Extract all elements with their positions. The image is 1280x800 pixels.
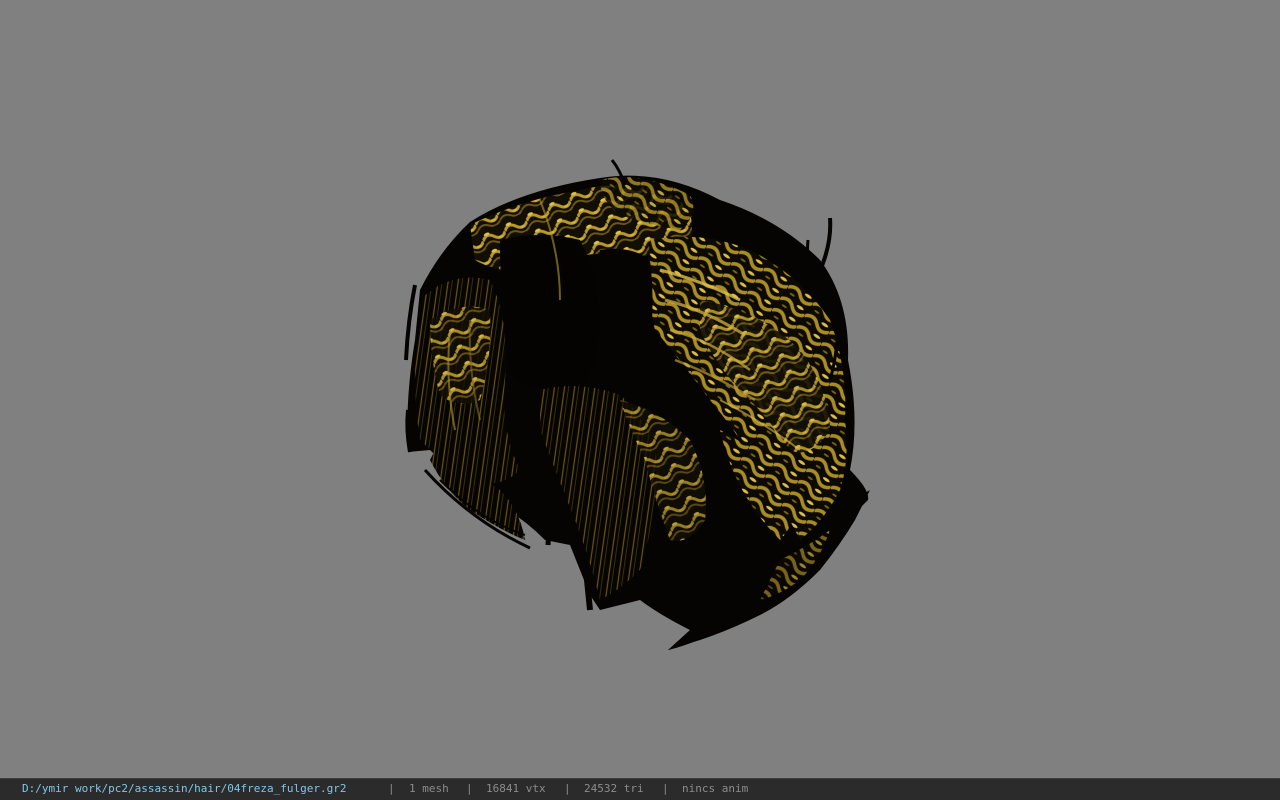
- separator: |: [564, 782, 571, 795]
- triangle-count: 24532 tri: [584, 782, 644, 795]
- anim-status: nincs anim: [682, 782, 749, 795]
- separator: |: [388, 782, 395, 795]
- status-bar: D:/ymir work/pc2/assassin/hair/04freza_f…: [0, 778, 1280, 800]
- separator: |: [466, 782, 473, 795]
- file-path: D:/ymir work/pc2/assassin/hair/04freza_f…: [22, 782, 347, 795]
- mesh-count: 1 mesh: [409, 782, 449, 795]
- vertex-count: 16841 vtx: [486, 782, 546, 795]
- hair-model-render: [404, 159, 870, 650]
- 3d-viewport[interactable]: [0, 0, 1280, 778]
- hair-mass: [404, 159, 870, 650]
- separator: |: [662, 782, 669, 795]
